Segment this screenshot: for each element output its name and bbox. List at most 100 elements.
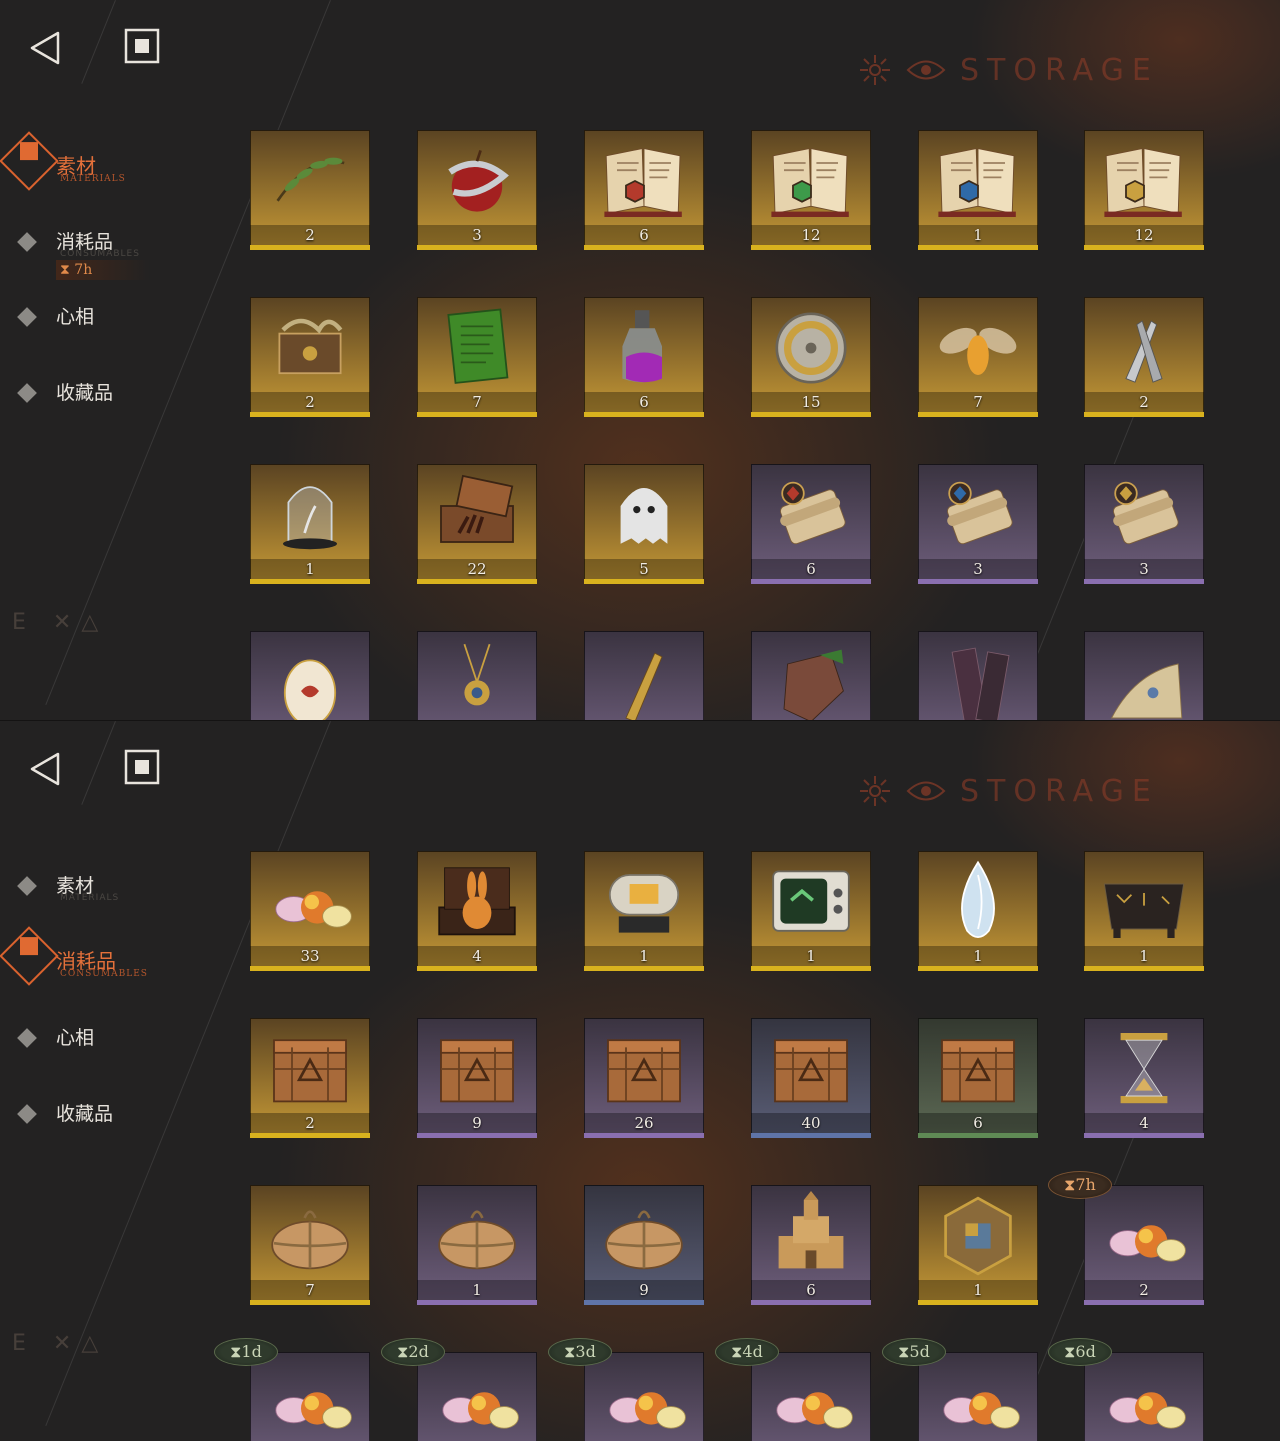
- inventory-slot[interactable]: 12: [1084, 130, 1204, 250]
- inventory-slot[interactable]: 2: [250, 1018, 370, 1138]
- inventory-slot[interactable]: 5: [584, 464, 704, 584]
- nav-item-1[interactable]: 消耗品 CONSUMABLES: [0, 926, 196, 986]
- inventory-slot[interactable]: ⧗4d: [715, 1338, 871, 1441]
- nav-item-2[interactable]: 心相: [16, 300, 196, 340]
- item-count: 4: [472, 947, 482, 965]
- inventory-slot[interactable]: [751, 631, 871, 720]
- green-tablet-icon: [447, 308, 509, 384]
- inventory-slot[interactable]: 4: [1084, 1018, 1204, 1138]
- inventory-slot[interactable]: 9: [584, 1185, 704, 1305]
- crystal-drop-icon: [961, 860, 995, 938]
- inventory-slot[interactable]: 26: [584, 1018, 704, 1138]
- inventory-slot[interactable]: 6: [918, 1018, 1038, 1138]
- item-count: 2: [1139, 1281, 1149, 1299]
- crate-green-icon: [941, 1039, 1015, 1103]
- inventory-slot[interactable]: 1: [584, 851, 704, 971]
- inventory-slot[interactable]: ⧗2d: [381, 1338, 537, 1441]
- nav-item-0[interactable]: 素材 MATERIALS: [0, 131, 196, 191]
- rarity-bar: [1084, 579, 1204, 584]
- inventory-slot[interactable]: 7: [417, 297, 537, 417]
- inventory-slot[interactable]: 6: [751, 464, 871, 584]
- stone-shard-icon: [783, 649, 844, 720]
- inventory-slot[interactable]: 1: [918, 851, 1038, 971]
- rarity-bar: [417, 412, 537, 417]
- item-count: 40: [801, 1114, 821, 1132]
- inventory-slot[interactable]: ⧗1d: [214, 1338, 370, 1441]
- inventory-slot[interactable]: 22: [417, 464, 537, 584]
- inventory-slot[interactable]: [417, 631, 537, 720]
- inventory-slot[interactable]: 33: [250, 851, 370, 971]
- nav-item-0[interactable]: 素材 MATERIALS: [16, 869, 196, 909]
- inventory-slot[interactable]: 1: [751, 851, 871, 971]
- inventory-slot[interactable]: 3: [918, 464, 1038, 584]
- inventory-slot[interactable]: ⧗3d: [548, 1338, 704, 1441]
- rarity-bar: [417, 245, 537, 250]
- inventory-slot[interactable]: 2: [250, 130, 370, 250]
- back-button[interactable]: [28, 30, 64, 66]
- root-chest-icon: [278, 318, 343, 375]
- rune-stool-icon: [1103, 883, 1185, 938]
- inventory-slot[interactable]: 12: [751, 130, 871, 250]
- inventory-slot[interactable]: 2: [1084, 297, 1204, 417]
- pendant-icon: [463, 643, 491, 706]
- inventory-slot[interactable]: [584, 631, 704, 720]
- inventory-slot[interactable]: ⧗5d: [882, 1338, 1038, 1441]
- sun-icon: [860, 55, 890, 85]
- inventory-slot[interactable]: 6: [751, 1185, 871, 1305]
- home-button[interactable]: [124, 749, 160, 785]
- diamond-icon: [17, 383, 37, 403]
- crate-steel-icon: [774, 1039, 848, 1103]
- diamond-icon: [17, 1104, 37, 1124]
- nav-item-3[interactable]: 收藏品: [16, 376, 196, 416]
- inventory-slot[interactable]: 15: [751, 297, 871, 417]
- inventory-slot[interactable]: 6: [584, 297, 704, 417]
- inventory-slot[interactable]: 1: [918, 1185, 1038, 1305]
- item-timer-badge: ⧗5d: [882, 1338, 946, 1366]
- inventory-slot[interactable]: [918, 631, 1038, 720]
- rarity-bar: [751, 1133, 871, 1138]
- back-triangle-icon: [30, 31, 60, 65]
- puzzle-cube-icon: [944, 1196, 1012, 1276]
- inventory-slot[interactable]: ⧗6d: [1048, 1338, 1204, 1441]
- inventory-slot[interactable]: 7: [250, 1185, 370, 1305]
- item-count: 22: [467, 560, 487, 578]
- blue-rune-book-icon: [938, 148, 1016, 217]
- item-count: 1: [305, 560, 315, 578]
- inventory-slot[interactable]: 6: [584, 130, 704, 250]
- inventory-slot[interactable]: 3: [417, 130, 537, 250]
- item-count: 6: [639, 393, 649, 411]
- inventory-slot[interactable]: 4: [417, 851, 537, 971]
- crate-blue-icon: [607, 1039, 681, 1103]
- inventory-slot[interactable]: 3: [1084, 464, 1204, 584]
- rarity-bar: [250, 579, 370, 584]
- nav-timer-badge: ⧗ 7h: [56, 260, 150, 280]
- nav-item-1[interactable]: 消耗品 CONSUMABLES: [16, 225, 196, 265]
- diamond-icon: [17, 1028, 37, 1048]
- item-count: 3: [973, 560, 983, 578]
- item-count: 33: [300, 947, 320, 965]
- inventory-slot[interactable]: 2 ⧗7h: [1048, 1171, 1204, 1305]
- cloth-icon: [1110, 663, 1183, 719]
- inventory-slot[interactable]: 7: [918, 297, 1038, 417]
- rarity-bar: [751, 966, 871, 971]
- back-button[interactable]: [28, 751, 64, 787]
- inventory-slot[interactable]: 1: [918, 130, 1038, 250]
- inventory-slot[interactable]: 2: [250, 297, 370, 417]
- inventory-slot[interactable]: [250, 631, 370, 720]
- nav-item-3[interactable]: 收藏品: [16, 1097, 196, 1137]
- inventory-slot[interactable]: 9: [417, 1018, 537, 1138]
- nav-item-2[interactable]: 心相: [16, 1021, 196, 1061]
- rarity-bar: [918, 1300, 1038, 1305]
- inventory-slot[interactable]: [1084, 631, 1204, 720]
- hourglass-icon: ⧗: [564, 1342, 576, 1361]
- inventory-slot[interactable]: 40: [751, 1018, 871, 1138]
- inventory-slot[interactable]: 1: [250, 464, 370, 584]
- item-count: 6: [806, 1281, 816, 1299]
- twin-bullets-icon: [1125, 320, 1163, 383]
- home-button[interactable]: [124, 28, 160, 64]
- rarity-bar: [918, 966, 1038, 971]
- eye-icon: [906, 60, 946, 80]
- nav-item-sublabel: CONSUMABLES: [60, 969, 148, 979]
- inventory-slot[interactable]: 1: [1084, 851, 1204, 971]
- inventory-slot[interactable]: 1: [417, 1185, 537, 1305]
